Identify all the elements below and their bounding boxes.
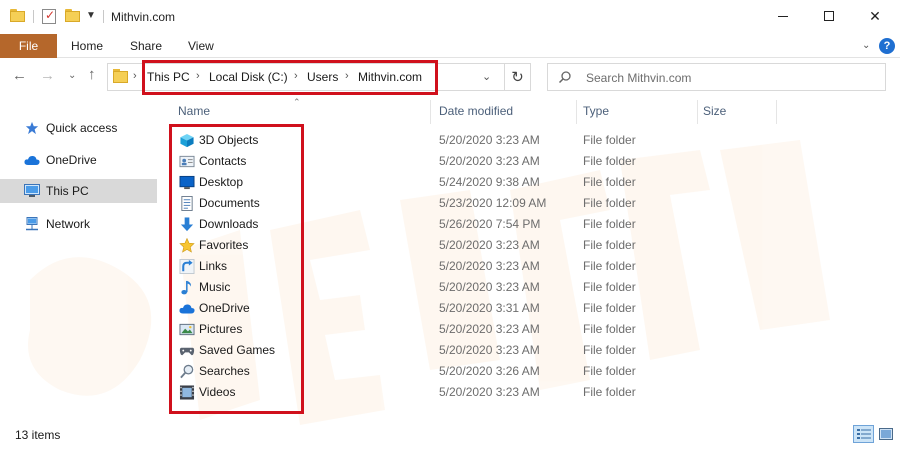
sidebar-item-this-pc[interactable]: This PC <box>0 179 157 203</box>
breadcrumb-chevron-icon[interactable]: › <box>133 70 137 82</box>
tab-share[interactable]: Share <box>130 39 162 53</box>
address-folder-icon <box>113 69 128 83</box>
file-type: File folder <box>583 175 636 189</box>
column-divider[interactable] <box>776 100 777 124</box>
column-header-name[interactable]: Name <box>178 104 210 118</box>
file-type: File folder <box>583 385 636 399</box>
file-date-modified: 5/20/2020 3:23 AM <box>439 280 540 294</box>
file-date-modified: 5/20/2020 3:23 AM <box>439 343 540 357</box>
status-item-count: 13 items <box>15 428 61 442</box>
address-highlight-box <box>142 60 438 95</box>
back-arrow-icon[interactable]: ← <box>12 67 27 84</box>
title-bar: ✓ ▼ Mithvin.com ✕ <box>0 0 900 34</box>
file-type: File folder <box>583 133 636 147</box>
close-button[interactable]: ✕ <box>852 0 898 32</box>
maximize-button[interactable] <box>806 0 852 32</box>
details-view-button[interactable] <box>853 425 874 443</box>
search-icon <box>558 71 571 84</box>
cloud-icon <box>24 155 40 165</box>
forward-arrow-icon[interactable]: → <box>40 67 55 84</box>
file-type: File folder <box>583 259 636 273</box>
search-placeholder: Search Mithvin.com <box>586 71 692 85</box>
file-date-modified: 5/20/2020 3:31 AM <box>439 301 540 315</box>
sidebar-item-quick-access[interactable]: Quick access <box>0 116 157 140</box>
file-type: File folder <box>583 196 636 210</box>
file-type: File folder <box>583 322 636 336</box>
network-icon <box>26 217 38 231</box>
help-button[interactable]: ? <box>879 38 895 54</box>
up-arrow-icon[interactable]: ↑ <box>88 66 96 83</box>
large-icons-view-button[interactable] <box>875 425 896 443</box>
file-date-modified: 5/20/2020 3:23 AM <box>439 385 540 399</box>
file-type: File folder <box>583 280 636 294</box>
tab-file[interactable]: File <box>0 34 57 58</box>
quick-access-toolbar-dropdown-icon[interactable]: ▼ <box>86 10 96 21</box>
sidebar-item-label: Network <box>46 217 91 231</box>
file-date-modified: 5/20/2020 3:23 AM <box>439 322 540 336</box>
navigation-pane: Quick access OneDrive This PC Network <box>0 98 160 420</box>
details-view-icon <box>856 429 871 439</box>
tab-home[interactable]: Home <box>71 39 103 53</box>
sidebar-item-network[interactable]: Network <box>0 212 157 236</box>
file-list-highlight-box <box>169 124 304 414</box>
file-date-modified: 5/20/2020 3:23 AM <box>439 133 540 147</box>
properties-icon[interactable]: ✓ <box>42 8 56 24</box>
file-date-modified: 5/23/2020 12:09 AM <box>439 196 547 210</box>
file-date-modified: 5/20/2020 3:23 AM <box>439 154 540 168</box>
file-type: File folder <box>583 343 636 357</box>
folder-icon[interactable] <box>10 9 25 22</box>
column-header-size[interactable]: Size <box>703 104 726 118</box>
window-title: Mithvin.com <box>111 10 176 24</box>
file-date-modified: 5/20/2020 3:23 AM <box>439 238 540 252</box>
recent-locations-chevron-icon[interactable]: ⌄ <box>68 70 76 81</box>
search-input[interactable]: Search Mithvin.com <box>547 63 886 91</box>
minimize-button[interactable] <box>760 0 806 32</box>
file-type: File folder <box>583 154 636 168</box>
column-header-type[interactable]: Type <box>583 104 609 118</box>
address-history-chevron-icon[interactable]: ⌄ <box>482 70 491 83</box>
minimize-icon <box>778 15 788 17</box>
file-type: File folder <box>583 238 636 252</box>
file-date-modified: 5/20/2020 3:26 AM <box>439 364 540 378</box>
file-type: File folder <box>583 217 636 231</box>
column-divider[interactable] <box>697 100 698 124</box>
maximize-icon <box>824 11 834 21</box>
tab-view[interactable]: View <box>188 39 214 53</box>
column-divider[interactable] <box>430 100 431 124</box>
file-date-modified: 5/26/2020 7:54 PM <box>439 217 541 231</box>
sidebar-item-label: This PC <box>46 184 89 198</box>
new-folder-icon[interactable] <box>65 9 80 22</box>
sidebar-item-label: OneDrive <box>46 153 97 167</box>
file-type: File folder <box>583 301 636 315</box>
refresh-icon: ↻ <box>511 69 524 86</box>
file-date-modified: 5/20/2020 3:23 AM <box>439 259 540 273</box>
toolbar-divider <box>103 10 104 23</box>
file-date-modified: 5/24/2020 9:38 AM <box>439 175 540 189</box>
sidebar-item-label: Quick access <box>46 121 118 135</box>
expand-ribbon-chevron-icon[interactable]: ⌄ <box>862 40 870 51</box>
close-icon: ✕ <box>869 7 881 24</box>
large-icons-view-icon <box>878 428 893 440</box>
refresh-button[interactable]: ↻ <box>505 63 531 91</box>
column-header-date-modified[interactable]: Date modified <box>439 104 513 118</box>
toolbar-divider <box>33 10 34 23</box>
column-divider[interactable] <box>576 100 577 124</box>
star-icon <box>25 121 39 135</box>
sort-chevron-icon: ⌃ <box>293 97 301 107</box>
computer-icon <box>24 184 40 197</box>
sidebar-item-onedrive[interactable]: OneDrive <box>0 148 157 172</box>
ribbon: File Home Share View ⌄ <box>0 34 900 58</box>
file-type: File folder <box>583 364 636 378</box>
